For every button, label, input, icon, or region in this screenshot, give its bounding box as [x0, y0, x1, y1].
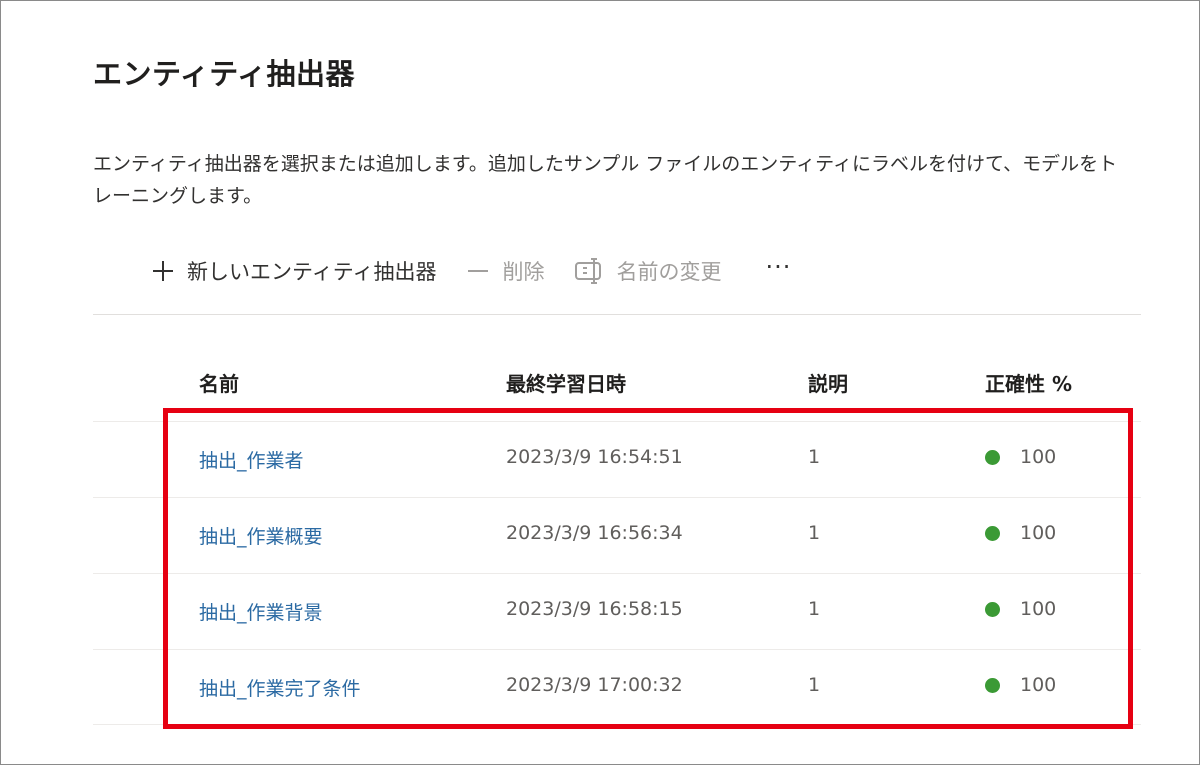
status-dot-icon [985, 677, 1000, 693]
column-header-name[interactable]: 名前 [199, 368, 239, 397]
column-header-last-trained[interactable]: 最終学習日時 [506, 368, 626, 397]
more-icon[interactable]: ··· [765, 255, 791, 287]
description-cell: 1 [808, 446, 821, 468]
column-header-description[interactable]: 説明 [808, 368, 848, 397]
extractor-name-link[interactable]: 抽出_作業概要 [199, 522, 323, 549]
accuracy-value: 100 [1020, 522, 1057, 544]
accuracy-value: 100 [1020, 446, 1057, 468]
last-trained-cell: 2023/3/9 17:00:32 [506, 674, 683, 696]
extractor-name-link[interactable]: 抽出_作業者 [199, 446, 304, 473]
rename-label: 名前の変更 [616, 260, 722, 284]
delete-button[interactable]: 削除 [466, 256, 544, 286]
new-entity-extractor-button[interactable]: 新しいエンティティ抽出器 [151, 256, 436, 286]
plus-icon [151, 259, 175, 283]
column-header-accuracy[interactable]: 正確性 % [985, 368, 1072, 397]
page-description: エンティティ抽出器を選択または追加します。追加したサンプル ファイルのエンティテ… [93, 153, 1118, 207]
page-frame: エンティティ抽出器 エンティティ抽出器を選択または追加します。追加したサンプル … [0, 0, 1200, 765]
rename-icon [574, 258, 604, 284]
extractor-name-link[interactable]: 抽出_作業完了条件 [199, 674, 361, 701]
accuracy-cell: 100 [985, 522, 1056, 544]
toolbar-divider [93, 314, 1141, 315]
description-cell: 1 [808, 522, 821, 544]
table-row[interactable]: 抽出_作業完了条件 2023/3/9 17:00:32 1 100 [93, 649, 1141, 725]
table-body: 抽出_作業者 2023/3/9 16:54:51 1 100 抽出_作業概要 2… [93, 421, 1141, 725]
description-cell: 1 [808, 674, 821, 696]
command-bar: 新しいエンティティ抽出器 削除 名前の変更 ··· [151, 251, 791, 291]
description-cell: 1 [808, 598, 821, 620]
rename-button[interactable]: 名前の変更 [574, 256, 721, 286]
accuracy-value: 100 [1020, 598, 1057, 620]
accuracy-value: 100 [1020, 674, 1057, 696]
table-row[interactable]: 抽出_作業概要 2023/3/9 16:56:34 1 100 [93, 497, 1141, 573]
page-title: エンティティ抽出器 [93, 57, 356, 91]
accuracy-cell: 100 [985, 598, 1056, 620]
last-trained-cell: 2023/3/9 16:54:51 [506, 446, 683, 468]
delete-label: 削除 [502, 260, 545, 284]
extractor-name-link[interactable]: 抽出_作業背景 [199, 598, 323, 625]
status-dot-icon [985, 601, 1000, 617]
accuracy-cell: 100 [985, 446, 1056, 468]
table-header: 名前 最終学習日時 説明 正確性 % [93, 361, 1141, 403]
last-trained-cell: 2023/3/9 16:58:15 [506, 598, 683, 620]
accuracy-cell: 100 [985, 674, 1056, 696]
minus-icon [466, 259, 490, 283]
last-trained-cell: 2023/3/9 16:56:34 [506, 522, 683, 544]
status-dot-icon [985, 449, 1000, 465]
table-row[interactable]: 抽出_作業背景 2023/3/9 16:58:15 1 100 [93, 573, 1141, 649]
new-entity-extractor-label: 新しいエンティティ抽出器 [187, 260, 437, 284]
table-row[interactable]: 抽出_作業者 2023/3/9 16:54:51 1 100 [93, 421, 1141, 497]
status-dot-icon [985, 525, 1000, 541]
